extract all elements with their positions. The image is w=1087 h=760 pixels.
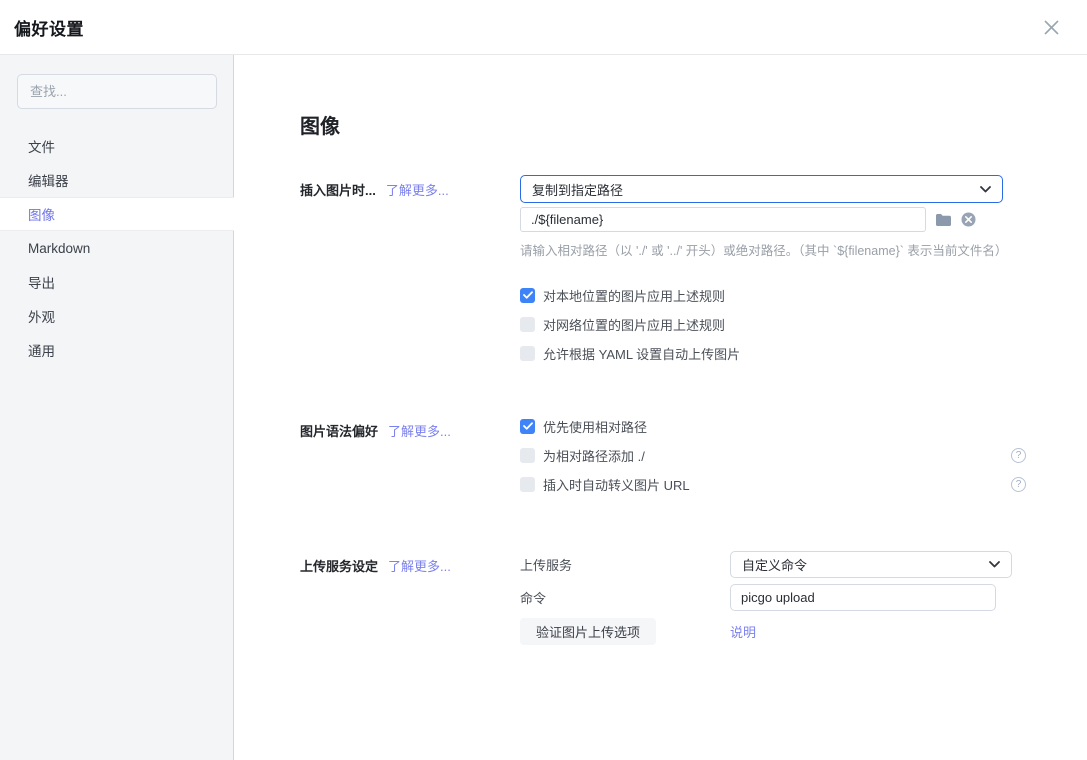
search-input[interactable]: [17, 74, 217, 109]
checkbox-row-yaml-upload[interactable]: 允许根据 YAML 设置自动上传图片: [520, 343, 1026, 363]
clear-path-icon[interactable]: [961, 212, 976, 227]
section-upload-right: 上传服务 自定义命令 命令 验证图片上传选项 说: [520, 551, 1087, 651]
validate-row: 验证图片上传选项 说明: [520, 618, 1087, 645]
sidebar-nav: 文件 编辑器 图像 Markdown 导出 外观 通用: [0, 129, 233, 367]
app-body: 文件 编辑器 图像 Markdown 导出 外观 通用: [0, 55, 1087, 760]
preferences-window: 偏好设置 文件 编辑器 图像 Markdown: [0, 0, 1087, 760]
upload-service-select[interactable]: 自定义命令: [730, 551, 1012, 578]
insert-action-select-value: 复制到指定路径: [532, 180, 623, 199]
section-upload-left: 上传服务设定 了解更多...: [300, 551, 520, 651]
sidebar-item-appearance[interactable]: 外观: [0, 299, 233, 333]
sidebar-item-label: Markdown: [28, 241, 90, 256]
sidebar-item-files[interactable]: 文件: [0, 129, 233, 163]
upload-service-row: 上传服务 自定义命令: [520, 551, 1087, 578]
insert-checkbox-group: 对本地位置的图片应用上述规则 对网络位置的图片应用上述规则: [520, 285, 1087, 363]
validate-upload-button[interactable]: 验证图片上传选项: [520, 618, 656, 645]
checkbox-label: 为相对路径添加 ./: [543, 446, 645, 465]
main-content: 图像 插入图片时... 了解更多... 复制到指定路径: [234, 55, 1087, 760]
sidebar-item-label: 文件: [28, 136, 55, 156]
section-insert-right: 复制到指定路径 请输入相对路径（以 './' 或 '../' 开头）或绝对路径。…: [520, 175, 1087, 372]
checkbox-row-apply-network[interactable]: 对网络位置的图片应用上述规则: [520, 314, 1026, 334]
checkbox-escape-url[interactable]: [520, 477, 535, 492]
help-icon[interactable]: ?: [1011, 448, 1026, 463]
chevron-down-icon: [989, 561, 1000, 568]
path-hint: 请输入相对路径（以 './' 或 '../' 开头）或绝对路径。（其中 `${f…: [520, 240, 1087, 259]
copy-path-input[interactable]: [520, 207, 926, 232]
sidebar-item-label: 图像: [28, 204, 55, 224]
section-syntax-right: 优先使用相对路径 为相对路径添加 ./ ? 插入时自动转义图片 URL: [520, 416, 1087, 503]
command-label: 命令: [520, 588, 730, 607]
checkbox-add-dot-slash[interactable]: [520, 448, 535, 463]
sidebar-item-label: 导出: [28, 272, 55, 292]
checkbox-row-relative-path[interactable]: 优先使用相对路径: [520, 416, 1026, 436]
checkbox-apply-local[interactable]: [520, 288, 535, 303]
sidebar-item-editor[interactable]: 编辑器: [0, 163, 233, 197]
close-icon[interactable]: [1041, 17, 1061, 37]
path-row: [520, 207, 1087, 232]
checkbox-row-escape-url[interactable]: 插入时自动转义图片 URL ?: [520, 474, 1026, 494]
sidebar-item-markdown[interactable]: Markdown: [0, 231, 233, 265]
section-image-syntax: 图片语法偏好 了解更多... 优先使用相对路径 为相对路径添加 .: [300, 416, 1087, 503]
command-row: 命令: [520, 584, 1087, 611]
checkbox-label: 优先使用相对路径: [543, 417, 647, 436]
upload-service-label: 上传服务: [520, 555, 730, 574]
validate-button-cell: 验证图片上传选项: [520, 618, 730, 645]
section-insert-image: 插入图片时... 了解更多... 复制到指定路径: [300, 175, 1087, 372]
upload-learn-more-link[interactable]: 了解更多...: [388, 556, 451, 575]
checkbox-yaml-upload[interactable]: [520, 346, 535, 361]
upload-service-select-value: 自定义命令: [742, 555, 807, 574]
checkbox-apply-network[interactable]: [520, 317, 535, 332]
sidebar-item-label: 编辑器: [28, 170, 69, 190]
syntax-learn-more-link[interactable]: 了解更多...: [388, 421, 451, 440]
section-upload-service: 上传服务设定 了解更多... 上传服务 自定义命令 命令: [300, 551, 1087, 651]
check-icon: [523, 291, 533, 299]
titlebar: 偏好设置: [0, 0, 1087, 55]
checkbox-row-add-dot-slash[interactable]: 为相对路径添加 ./ ?: [520, 445, 1026, 465]
check-icon: [523, 422, 533, 430]
sidebar: 文件 编辑器 图像 Markdown 导出 外观 通用: [0, 55, 234, 760]
command-input[interactable]: [730, 584, 996, 611]
section-insert-left: 插入图片时... 了解更多...: [300, 175, 520, 372]
insert-learn-more-link[interactable]: 了解更多...: [386, 180, 449, 199]
chevron-down-icon: [980, 186, 991, 193]
sidebar-item-label: 通用: [28, 340, 55, 360]
upload-help-link[interactable]: 说明: [730, 622, 756, 641]
sidebar-item-general[interactable]: 通用: [0, 333, 233, 367]
section-syntax-left: 图片语法偏好 了解更多...: [300, 416, 520, 503]
sidebar-item-label: 外观: [28, 306, 55, 326]
sidebar-item-export[interactable]: 导出: [0, 265, 233, 299]
checkbox-label: 允许根据 YAML 设置自动上传图片: [543, 344, 740, 363]
checkbox-row-apply-local[interactable]: 对本地位置的图片应用上述规则: [520, 285, 1026, 305]
window-title: 偏好设置: [14, 15, 84, 40]
section-syntax-label: 图片语法偏好: [300, 421, 378, 440]
folder-icon[interactable]: [935, 213, 952, 227]
section-insert-label: 插入图片时...: [300, 180, 376, 199]
checkbox-label: 对网络位置的图片应用上述规则: [543, 315, 725, 334]
help-icon[interactable]: ?: [1011, 477, 1026, 492]
sidebar-item-image[interactable]: 图像: [0, 197, 234, 231]
checkbox-relative-path[interactable]: [520, 419, 535, 434]
checkbox-label: 对本地位置的图片应用上述规则: [543, 286, 725, 305]
checkbox-label: 插入时自动转义图片 URL: [543, 475, 690, 494]
page-title: 图像: [300, 110, 1087, 139]
section-upload-label: 上传服务设定: [300, 556, 378, 575]
insert-action-select[interactable]: 复制到指定路径: [520, 175, 1003, 203]
